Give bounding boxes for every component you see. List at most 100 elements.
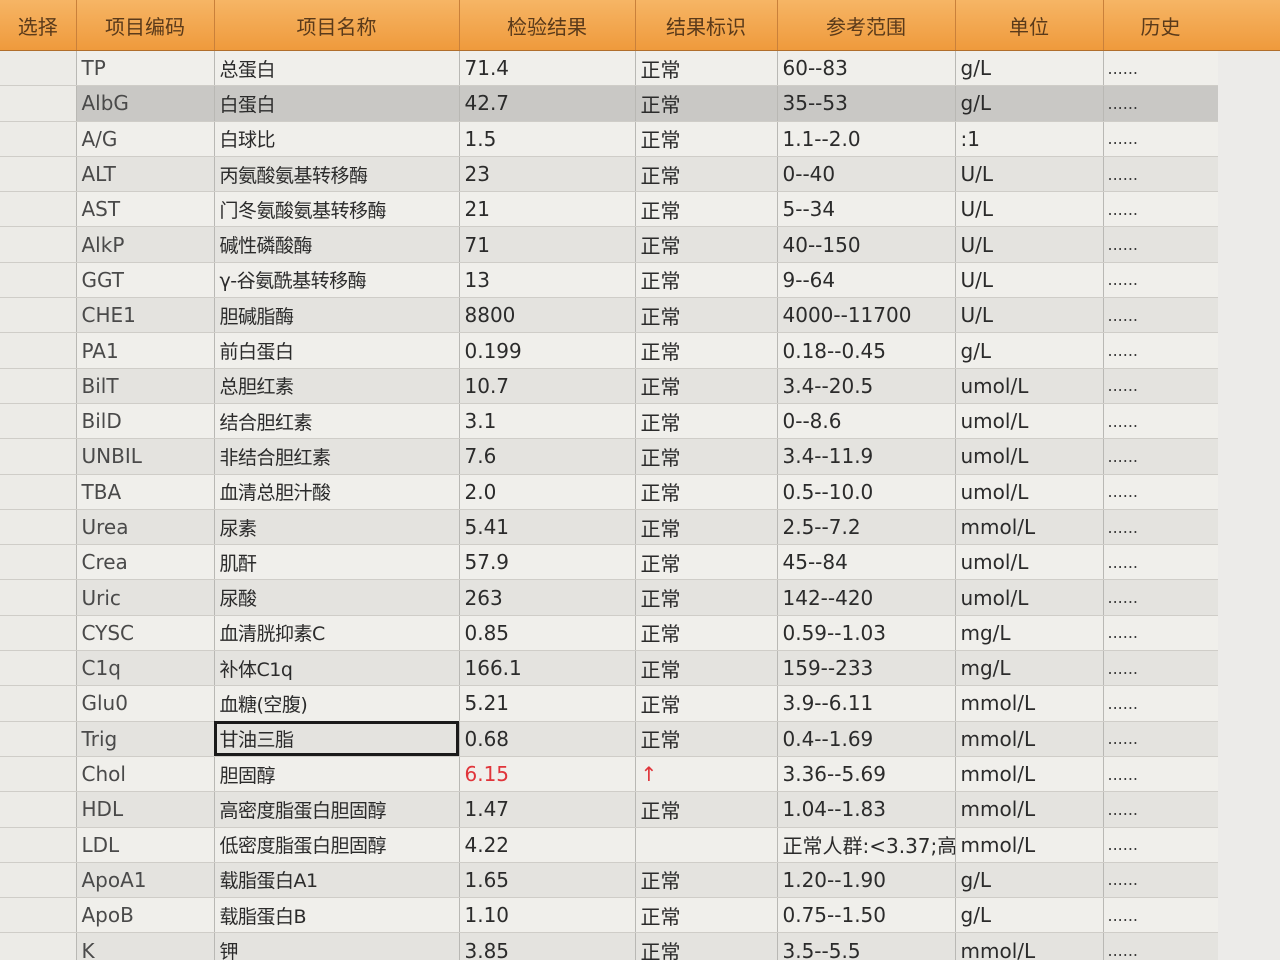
cell-name[interactable]: 高密度脂蛋白胆固醇 — [214, 791, 460, 828]
cell-unit[interactable]: mmol/L — [955, 791, 1104, 828]
cell-name[interactable]: 甘油三脂 — [214, 721, 460, 757]
cell-history[interactable]: ...... — [1103, 262, 1219, 299]
cell-unit[interactable]: U/L — [955, 191, 1104, 228]
cell-result[interactable]: 3.85 — [459, 932, 636, 960]
row-select-cell[interactable] — [0, 297, 77, 334]
cell-code[interactable]: Urea — [76, 509, 215, 546]
cell-flag[interactable]: 正常 — [635, 650, 778, 687]
cell-code[interactable]: GGT — [76, 262, 215, 299]
cell-flag[interactable]: 正常 — [635, 262, 778, 299]
cell-code[interactable]: Chol — [76, 756, 215, 793]
cell-result[interactable]: 71 — [459, 226, 636, 263]
cell-range[interactable]: 1.04--1.83 — [777, 791, 956, 828]
cell-range[interactable]: 40--150 — [777, 226, 956, 263]
cell-name[interactable]: 钾 — [214, 932, 460, 960]
cell-name[interactable]: 血清总胆汁酸 — [214, 474, 460, 510]
cell-flag[interactable]: 正常 — [635, 791, 778, 828]
cell-range[interactable]: 1.1--2.0 — [777, 121, 956, 157]
cell-code[interactable]: LDL — [76, 827, 215, 863]
cell-name[interactable]: 前白蛋白 — [214, 332, 460, 369]
cell-name[interactable]: 白蛋白 — [214, 85, 460, 122]
cell-name[interactable]: 肌酐 — [214, 544, 460, 581]
cell-flag[interactable]: 正常 — [635, 474, 778, 510]
cell-range[interactable]: 0.5--10.0 — [777, 474, 956, 510]
cell-flag[interactable]: 正常 — [635, 438, 778, 475]
row-select-cell[interactable] — [0, 897, 77, 934]
cell-history[interactable]: ...... — [1103, 156, 1219, 193]
cell-name[interactable]: 载脂蛋白B — [214, 897, 460, 934]
cell-code[interactable]: TBA — [76, 474, 215, 510]
cell-result[interactable]: 0.68 — [459, 721, 636, 757]
cell-name[interactable]: 胆碱脂酶 — [214, 297, 460, 334]
row-select-cell[interactable] — [0, 332, 77, 369]
cell-unit[interactable]: mmol/L — [955, 721, 1104, 757]
cell-result[interactable]: 0.199 — [459, 332, 636, 369]
cell-flag[interactable]: 正常 — [635, 932, 778, 960]
cell-history[interactable]: ...... — [1103, 756, 1219, 793]
cell-range[interactable]: 0--8.6 — [777, 403, 956, 440]
cell-name[interactable]: 补体C1q — [214, 650, 460, 687]
cell-code[interactable]: BilD — [76, 403, 215, 440]
cell-range[interactable]: 0.59--1.03 — [777, 615, 956, 652]
cell-unit[interactable]: mmol/L — [955, 685, 1104, 722]
cell-range[interactable]: 0.18--0.45 — [777, 332, 956, 369]
cell-range[interactable]: 0.4--1.69 — [777, 721, 956, 757]
cell-range[interactable]: 5--34 — [777, 191, 956, 228]
table-row[interactable]: TP 总蛋白 71.4 正常 60--83 g/L...... — [0, 50, 1219, 87]
cell-unit[interactable]: mg/L — [955, 650, 1104, 687]
cell-history[interactable]: ...... — [1103, 332, 1219, 369]
cell-code[interactable]: C1q — [76, 650, 215, 687]
table-row[interactable]: Trig 甘油三脂 0.68 正常 0.4--1.69 mmol/L...... — [0, 721, 1219, 757]
cell-flag[interactable]: 正常 — [635, 685, 778, 722]
table-row[interactable]: A/G 白球比 1.5 正常 1.1--2.0:1...... — [0, 121, 1219, 157]
cell-history[interactable]: ...... — [1103, 368, 1219, 404]
cell-code[interactable]: K — [76, 932, 215, 960]
cell-unit[interactable]: g/L — [955, 897, 1104, 934]
cell-range[interactable]: 142--420 — [777, 579, 956, 616]
row-select-cell[interactable] — [0, 121, 77, 157]
cell-unit[interactable]: mg/L — [955, 615, 1104, 652]
row-select-cell[interactable] — [0, 650, 77, 687]
table-row[interactable]: Urea 尿素 5.41 正常 2.5--7.2 mmol/L...... — [0, 509, 1219, 546]
table-row[interactable]: CHE1 胆碱脂酶 8800 正常 4000--11700 U/L...... — [0, 297, 1219, 334]
cell-range[interactable]: 60--83 — [777, 50, 956, 87]
table-row[interactable]: CYSC 血清胱抑素C 0.85 正常 0.59--1.03 mg/L...... — [0, 615, 1219, 652]
header-unit[interactable]: 单位 — [955, 0, 1104, 51]
cell-name[interactable]: 胆固醇 — [214, 756, 460, 793]
row-select-cell[interactable] — [0, 474, 77, 510]
cell-name[interactable]: 低密度脂蛋白胆固醇 — [214, 827, 460, 863]
cell-history[interactable]: ...... — [1103, 650, 1219, 687]
cell-unit[interactable]: umol/L — [955, 403, 1104, 440]
row-select-cell[interactable] — [0, 685, 77, 722]
cell-code[interactable]: Uric — [76, 579, 215, 616]
header-select[interactable]: 选择 — [0, 0, 77, 51]
cell-history[interactable]: ...... — [1103, 897, 1219, 934]
cell-unit[interactable]: mmol/L — [955, 756, 1104, 793]
cell-code[interactable]: Glu0 — [76, 685, 215, 722]
cell-name[interactable]: 总胆红素 — [214, 368, 460, 404]
cell-unit[interactable]: mmol/L — [955, 932, 1104, 960]
cell-result[interactable]: 42.7 — [459, 85, 636, 122]
cell-unit[interactable]: U/L — [955, 156, 1104, 193]
row-select-cell[interactable] — [0, 368, 77, 404]
cell-result[interactable]: 1.65 — [459, 862, 636, 899]
table-row[interactable]: ALT 丙氨酸氨基转移酶 23 正常 0--40 U/L...... — [0, 156, 1219, 193]
cell-history[interactable]: ...... — [1103, 403, 1219, 440]
table-row[interactable]: TBA 血清总胆汁酸 2.0 正常 0.5--10.0 umol/L...... — [0, 474, 1219, 510]
cell-unit[interactable]: umol/L — [955, 368, 1104, 404]
cell-unit[interactable]: umol/L — [955, 438, 1104, 475]
cell-result[interactable]: 3.1 — [459, 403, 636, 440]
row-select-cell[interactable] — [0, 85, 77, 122]
cell-flag[interactable]: 正常 — [635, 897, 778, 934]
table-row[interactable]: ApoB 载脂蛋白B 1.10 正常 0.75--1.50 g/L...... — [0, 897, 1219, 934]
cell-flag[interactable]: 正常 — [635, 368, 778, 404]
cell-history[interactable]: ...... — [1103, 297, 1219, 334]
cell-name[interactable]: 尿素 — [214, 509, 460, 546]
header-history[interactable]: 历史 — [1103, 0, 1219, 51]
cell-name[interactable]: 尿酸 — [214, 579, 460, 616]
cell-history[interactable]: ...... — [1103, 50, 1219, 87]
cell-flag[interactable] — [635, 827, 778, 863]
cell-flag[interactable]: 正常 — [635, 156, 778, 193]
row-select-cell[interactable] — [0, 791, 77, 828]
cell-flag[interactable]: 正常 — [635, 403, 778, 440]
